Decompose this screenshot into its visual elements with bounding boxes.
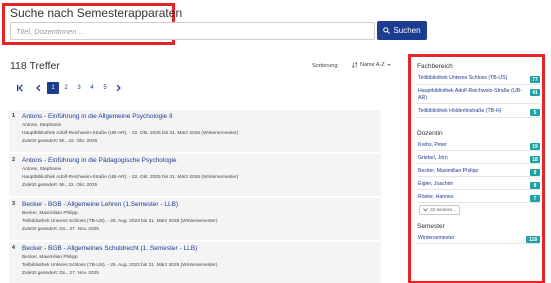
- sort-value: Name A-Z: [360, 62, 385, 68]
- result-location: Hauptbibliothek Adolf-Reichwein-Straße (…: [22, 131, 239, 136]
- page-link[interactable]: 2: [60, 82, 72, 94]
- facet-item-label: Eigler, Joachim: [418, 181, 454, 187]
- result-title-link[interactable]: Antons - Einführung in die Allgemeine Ps…: [22, 113, 173, 120]
- show-more-label: 32 weitere...: [430, 207, 457, 213]
- result-location: Teilbibliothek Unteres Schloss (TB-US). …: [22, 263, 218, 268]
- result-number: 3: [12, 201, 16, 207]
- facet-count-badge: 8: [530, 182, 540, 189]
- facet-item-label: Becker, Maximilian Philipp: [418, 168, 479, 174]
- facet-item-label: Wintersemester: [418, 235, 455, 241]
- facet-item-label: Rösler, Hannes: [418, 194, 454, 200]
- page-link[interactable]: 4: [86, 82, 98, 94]
- facet-heading-fachbereich: Fachbereich: [417, 63, 453, 70]
- facet-heading-dozentin: Dozentin: [417, 130, 443, 137]
- result-title-link[interactable]: Becker - BGB - Allgemeines Schuldrecht (…: [22, 245, 197, 252]
- chevron-down-icon: [423, 208, 428, 212]
- search-button-label: Suchen: [393, 26, 421, 35]
- result-number: 4: [12, 245, 16, 251]
- facet-item[interactable]: Hauptbibliothek Adolf-Reichwein-Straße (…: [417, 87, 540, 104]
- facet-item[interactable]: Krebs, Peter 19: [417, 141, 540, 151]
- list-item: 4 Becker - BGB - Allgemeines Schuldrecht…: [9, 242, 381, 283]
- facet-item-label: Teilbibliothek Unteres Schloss (TB-US): [418, 75, 508, 81]
- pagination: 1 2 3 4 5: [14, 82, 125, 94]
- facet-item-label: Griebel, Jörn: [418, 155, 448, 161]
- facet-item[interactable]: Griebel, Jörn 18: [417, 154, 540, 164]
- next-page-icon[interactable]: [112, 82, 124, 94]
- result-person: Becker, Maximilian Philipp: [22, 211, 78, 216]
- hit-count: 118 Treffer: [10, 60, 60, 72]
- previous-page-icon[interactable]: [32, 82, 44, 94]
- facet-item-label: Teilbibliothek Hölderlinstraße (TB-H): [418, 108, 502, 114]
- list-item: 3 Becker - BGB - Allgemeine Lehren (1.Se…: [9, 198, 381, 240]
- page-link[interactable]: 1: [47, 82, 59, 94]
- search-button[interactable]: Suchen: [377, 21, 427, 40]
- first-page-icon[interactable]: [14, 82, 26, 94]
- result-title-link[interactable]: Antons - Einführung in die Pädagogische …: [22, 157, 177, 164]
- search-icon: [383, 27, 391, 34]
- page-link[interactable]: 3: [73, 82, 85, 94]
- facet-sidebar: Fachbereich Teilbibliothek Unteres Schlo…: [408, 54, 545, 283]
- facet-item[interactable]: Wintersemester 118: [417, 234, 540, 244]
- result-modified: Zuletzt geändert: Do., 27. Nov. 2025: [22, 271, 99, 276]
- result-title-link[interactable]: Becker - BGB - Allgemeine Lehren (1.Seme…: [22, 201, 178, 208]
- facet-count-badge: 9: [530, 169, 540, 176]
- facet-count-badge: 41: [530, 89, 540, 96]
- list-item: 2 Antons - Einführung in die Pädagogisch…: [9, 154, 381, 196]
- result-person: Antons, Stephanie: [22, 123, 62, 128]
- facet-item[interactable]: Teilbibliothek Hölderlinstraße (TB-H) 5: [417, 107, 540, 118]
- facet-count-badge: 5: [530, 109, 540, 116]
- facet-count-badge: 7: [530, 195, 540, 202]
- result-number: 1: [12, 113, 16, 119]
- result-location: Hauptbibliothek Adolf-Reichwein-Straße (…: [22, 175, 239, 180]
- result-modified: Zuletzt geändert: Mi., 22. Okt. 2025: [22, 183, 98, 188]
- page-title: Suche nach Semesterapparaten: [10, 6, 183, 20]
- facet-count-badge: 118: [526, 236, 540, 243]
- page-link[interactable]: 5: [99, 82, 111, 94]
- facet-count-badge: 19: [530, 143, 540, 150]
- facet-item-label: Krebs, Peter: [418, 142, 447, 148]
- facet-item[interactable]: Rösler, Hannes 7: [417, 193, 540, 203]
- sort-icon: [352, 62, 358, 68]
- facet-heading-semester: Semester: [417, 223, 445, 230]
- result-number: 2: [12, 157, 16, 163]
- facet-count-badge: 18: [530, 156, 540, 163]
- facet-count-badge: 77: [530, 76, 540, 83]
- facet-item[interactable]: Becker, Maximilian Philipp 9: [417, 167, 540, 177]
- facet-item[interactable]: Eigler, Joachim 8: [417, 180, 540, 190]
- result-modified: Zuletzt geändert: Do., 27. Nov. 2025: [22, 227, 99, 232]
- sort-label: Sortierung:: [312, 63, 339, 69]
- search-input[interactable]: [10, 22, 375, 40]
- chevron-down-icon: [387, 64, 391, 66]
- sort-select[interactable]: Name A-Z: [352, 62, 391, 68]
- result-person: Becker, Maximilian Philipp: [22, 255, 78, 260]
- facet-item-label: Hauptbibliothek Adolf-Reichwein-Straße (…: [418, 88, 522, 101]
- result-person: Antons, Stephanie: [22, 167, 62, 172]
- show-more-button[interactable]: 32 weitere...: [419, 205, 460, 215]
- facet-item[interactable]: Teilbibliothek Unteres Schloss (TB-US) 7…: [417, 74, 540, 85]
- list-item: 1 Antons - Einführung in die Allgemeine …: [9, 110, 381, 152]
- result-location: Teilbibliothek Unteres Schloss (TB-US). …: [22, 219, 218, 224]
- result-modified: Zuletzt geändert: Mi., 22. Okt. 2025: [22, 139, 98, 144]
